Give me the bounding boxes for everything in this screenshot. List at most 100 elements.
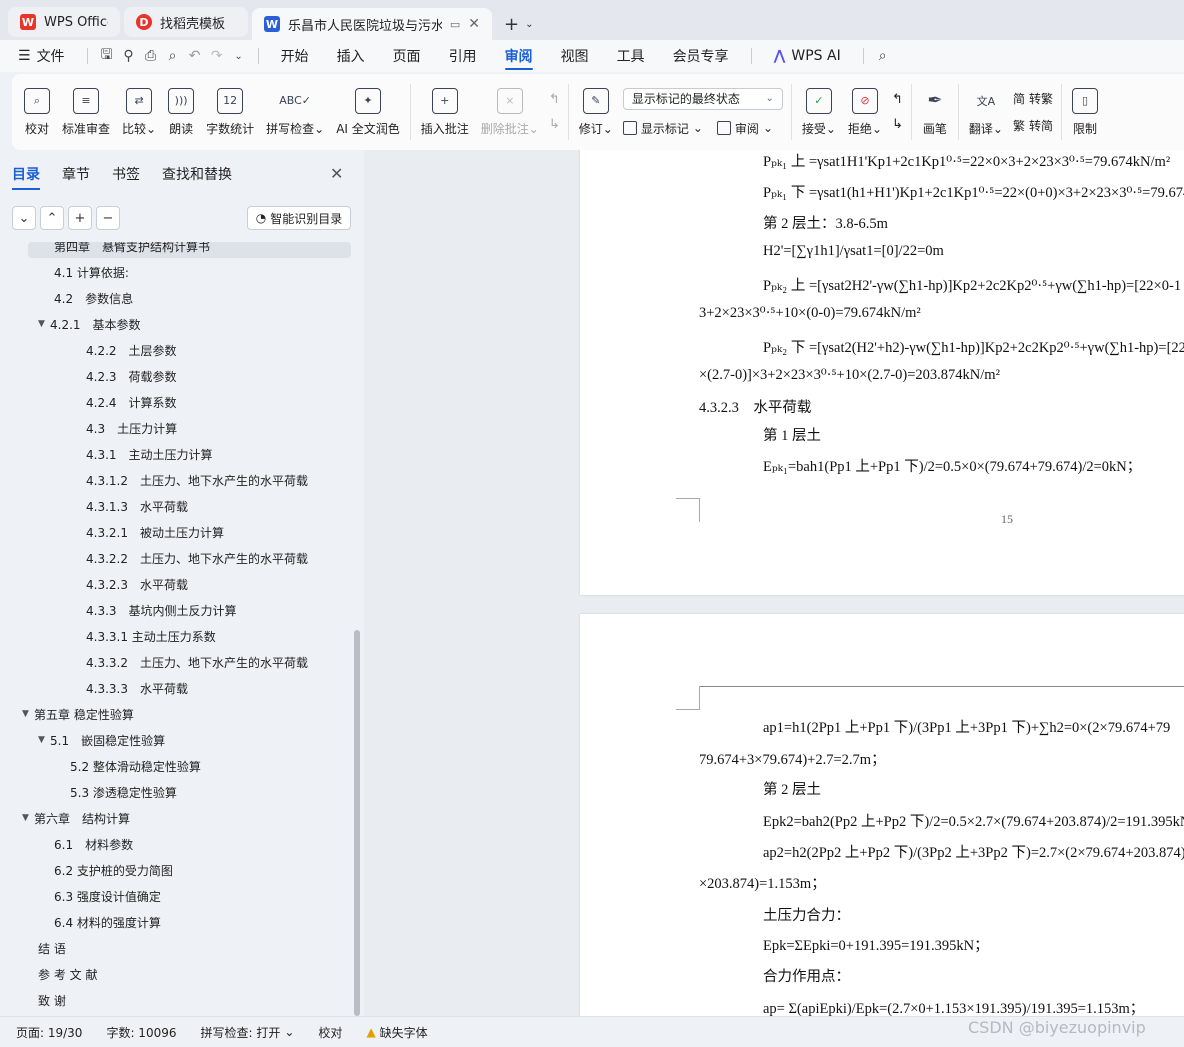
minus-icon[interactable]: − [96,206,120,230]
toc-entry[interactable]: ▼ 第五章 稳定性验算 [22,702,134,726]
pen-button[interactable]: ✒ 画笔 [916,77,954,147]
delete-comment-button[interactable]: × 删除批注⌄ [475,77,545,147]
undo-icon[interactable]: ↶ [184,45,206,67]
redo-icon[interactable]: ↷ [206,45,228,67]
toc-entry[interactable]: 4.3.3 基坑内侧土反力计算 [86,598,237,622]
next-comment-icon[interactable]: ↳ [549,117,560,132]
menu-tools[interactable]: 工具 [603,40,659,72]
previous-comment-icon[interactable]: ↰ [549,92,560,107]
show-markup-button[interactable]: 显示标记 ⌄ [622,120,703,137]
toc-entry[interactable]: 参 考 文 献 [38,962,97,986]
toc-entry[interactable]: 结 语 [38,936,66,960]
expand-triangle-icon[interactable]: ▼ [38,319,50,329]
menu-references[interactable]: 引用 [435,40,491,72]
insert-comment-button[interactable]: + 插入批注 [415,77,475,147]
print-icon[interactable]: ⎙ [140,45,162,67]
spell-check-status[interactable]: 拼写检查: 打开 ⌄ [201,1024,295,1041]
toc-entry[interactable]: 4.3.1.2 土压力、地下水产生的水平荷载 [86,468,308,492]
ai-polish-button[interactable]: ✦ AI 全文润色 [330,77,406,147]
close-tab-icon[interactable]: ✕ [468,16,480,32]
next-change-icon[interactable]: ↳ [892,117,903,132]
toc-entry[interactable]: ▼ 5.1 嵌固稳定性验算 [38,728,165,752]
menu-page[interactable]: 页面 [379,40,435,72]
close-icon[interactable]: ✕ [330,164,343,183]
translate-button[interactable]: 文A 翻译⌄ [963,77,1009,147]
chevron-down-icon[interactable]: ⌄ [228,45,250,67]
accept-button[interactable]: ✓ 接受⌄ [796,77,842,147]
toc-entry[interactable]: ▼ 4.2.1 基本参数 [38,312,141,336]
toc-entry[interactable]: 4.3.2.2 土压力、地下水产生的水平荷载 [86,546,308,570]
toc-entry[interactable]: 4.2.2 土层参数 [86,338,177,362]
toc-entry[interactable]: 4.3.2.3 水平荷载 [86,572,188,596]
toc-entry[interactable]: ▼ 第六章 结构计算 [22,806,130,830]
proof-status[interactable]: 校对 [318,1024,342,1041]
screen-icon[interactable]: ▭ [450,18,460,31]
toc-entry[interactable]: 4.3.3.3 水平荷载 [86,676,188,700]
tab-bookmarks[interactable]: 书签 [112,164,140,184]
toc-entry[interactable]: 4.3.2.1 被动土压力计算 [86,520,224,544]
previous-change-icon[interactable]: ↰ [892,92,903,107]
toc-entry[interactable]: 第四章 悬臂支护结构计算书 [54,242,210,258]
file-menu[interactable]: ☰ 文件 [14,40,79,72]
toc-entry[interactable]: 6.2 支护桩的受力简图 [54,858,173,882]
document-canvas[interactable]: 15 Pₚₖ₁ 上 =γsat1H1'Kp1+2c1Kp1⁰·⁵=22×0×3+… [364,150,1184,1016]
smart-toc-button[interactable]: ◔ 智能识别目录 [247,206,351,230]
reject-button[interactable]: ⊘ 拒绝⌄ [842,77,888,147]
to-traditional-button[interactable]: 简 转繁 [1013,90,1053,107]
menu-insert[interactable]: 插入 [323,40,379,72]
word-count-button[interactable]: 12 字数统计 [200,77,260,147]
markup-state-select[interactable]: 显示标记的最终状态 ⌄ [622,87,783,110]
tab-docer-template[interactable]: D 找稻壳模板 [124,7,248,37]
expand-triangle-icon[interactable]: ▼ [22,709,34,719]
tab-chapters[interactable]: 章节 [62,164,90,184]
search-icon[interactable]: ⌕ [872,45,894,67]
proofread-button[interactable]: ⌕ 校对 [18,77,56,147]
toc-entry[interactable]: 4.2.4 计算系数 [86,390,177,414]
toc-entry[interactable]: 6.3 强度设计值确定 [54,884,161,908]
tab-toc[interactable]: 目录 [12,164,40,190]
toc-entry[interactable]: 5.3 渗透稳定性验算 [70,780,177,804]
chevron-up-icon[interactable]: ⌃ [40,206,64,230]
toc-entry[interactable]: 4.2.3 荷载参数 [86,364,177,388]
toc-entry[interactable]: 4.3.3.1 主动土压力系数 [86,624,216,648]
toc-entry[interactable]: 4.1 计算依据: [54,260,129,284]
compare-button[interactable]: ⇄ 比较⌄ [116,77,162,147]
read-aloud-button[interactable]: ))) 朗读 [162,77,200,147]
toc-entry[interactable]: 4.3.1 主动土压力计算 [86,442,213,466]
tab-wps-office[interactable]: W WPS Office [8,7,120,37]
link-icon[interactable]: ⚲ [118,45,140,67]
tab-find-replace[interactable]: 查找和替换 [162,164,232,184]
restrict-button[interactable]: ▯ 限制 [1066,77,1104,147]
toc-entry[interactable]: 4.2 参数信息 [54,286,133,310]
word-count-indicator[interactable]: 字数: 10096 [106,1024,176,1041]
expand-triangle-icon[interactable]: ▼ [38,735,50,745]
to-simplified-button[interactable]: 繁 转简 [1013,117,1053,134]
print-preview-icon[interactable]: ⌕ [162,45,184,67]
toc-entry[interactable]: 5.2 整体滑动稳定性验算 [70,754,201,778]
standard-review-button[interactable]: ≡ 标准审查 [56,77,116,147]
plus-icon[interactable]: + [68,206,92,230]
chevron-down-icon[interactable]: ⌄ [525,19,533,30]
tab-current-document[interactable]: W 乐昌市人民医院垃圾与污水处 ▭ ✕ [252,8,492,40]
toc-entry[interactable]: 6.1 材料参数 [54,832,133,856]
toc-entry[interactable]: 4.3.1.3 水平荷载 [86,494,188,518]
expand-triangle-icon[interactable]: ▼ [22,813,34,823]
collapse-down-icon[interactable]: ⌄ [12,206,36,230]
new-tab-button[interactable]: + ⌄ [496,8,541,40]
missing-font-status[interactable]: ▲ 缺失字体 [366,1024,427,1041]
toc-entry[interactable]: 4.3 土压力计算 [86,416,177,440]
toc-entry[interactable]: 4.3.3.2 土压力、地下水产生的水平荷载 [86,650,308,674]
menu-review[interactable]: 审阅 [491,40,547,72]
wps-ai-button[interactable]: ⋀ WPS AI [760,40,855,72]
menu-start[interactable]: 开始 [267,40,323,72]
menu-view[interactable]: 视图 [547,40,603,72]
toc-entry[interactable]: 6.4 材料的强度计算 [54,910,161,934]
spell-check-button[interactable]: ABC✓ 拼写检查⌄ [260,77,330,147]
review-pane-button[interactable]: 审阅 ⌄ [716,120,773,137]
toc-scrollbar[interactable] [354,630,360,1016]
toc-entry[interactable]: 致 谢 [38,988,66,1012]
page-indicator[interactable]: 页面: 19/30 [16,1024,82,1041]
save-icon[interactable]: 🖫 [96,45,118,67]
menu-member[interactable]: 会员专享 [659,40,743,72]
revise-button[interactable]: ✎ 修订⌄ [573,77,619,147]
